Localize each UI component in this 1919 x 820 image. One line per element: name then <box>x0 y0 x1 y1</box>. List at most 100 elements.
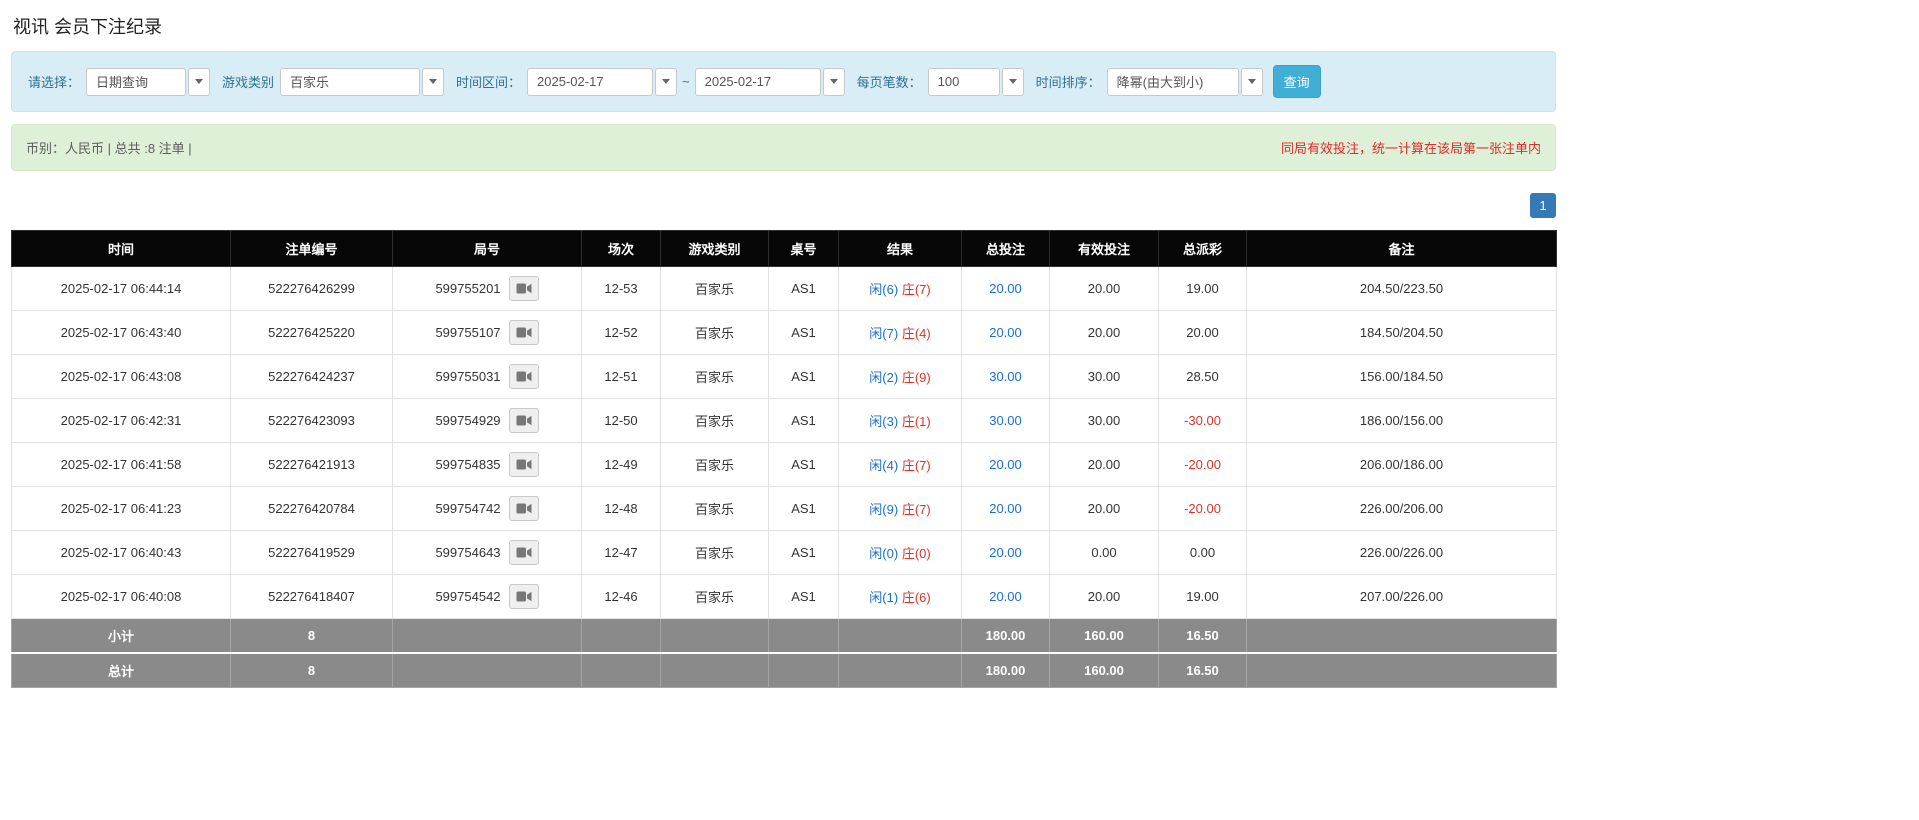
cell-table-no: AS1 <box>768 266 839 311</box>
page-title: 视讯 会员下注纪录 <box>13 17 163 37</box>
footer-empty <box>768 618 839 654</box>
footer-payout: 16.50 <box>1158 652 1247 688</box>
cell-table-no: AS1 <box>768 530 839 575</box>
video-replay-button[interactable] <box>508 584 539 609</box>
cell-game-type: 百家乐 <box>660 354 769 399</box>
bet-records-table: 时间 注单编号 局号 场次 游戏类别 桌号 结果 总投注 有效投注 总派彩 备注 2025-02-1… <box>11 230 1557 688</box>
chevron-down-icon[interactable] <box>822 67 845 96</box>
cell-session: 12-53 <box>581 266 661 311</box>
table-row: 2025-02-17 06:41:58 522276421913 599754835… <box>11 442 1557 487</box>
payout-value: -30.00 <box>1184 413 1221 428</box>
cell-total-bet: 20.00 <box>961 442 1050 487</box>
footer-empty <box>838 652 962 688</box>
footer-label: 总计 <box>11 652 231 688</box>
result-player: 闲(6) <box>869 282 899 297</box>
cell-bet-id: 522276426299 <box>230 266 393 311</box>
date-from-dropdown[interactable]: 2025-02-17 <box>527 67 678 96</box>
payout-value: 20.00 <box>1186 325 1219 340</box>
video-replay-button[interactable] <box>508 540 539 565</box>
cell-game-type: 百家乐 <box>660 442 769 487</box>
column-header: 局号 <box>392 230 582 267</box>
pagination-page-1[interactable]: 1 <box>1530 193 1556 218</box>
cell-round-id: 599754835 <box>392 442 582 487</box>
cell-table-no: AS1 <box>768 398 839 443</box>
video-replay-button[interactable] <box>508 364 539 389</box>
sort-order-dropdown[interactable]: 降幂(由大到小) <box>1106 67 1263 96</box>
video-replay-button[interactable] <box>508 452 539 477</box>
total-bet-link[interactable]: 20.00 <box>989 457 1022 472</box>
cell-bet-id: 522276421913 <box>230 442 393 487</box>
total-bet-link[interactable]: 20.00 <box>989 545 1022 560</box>
chevron-down-icon[interactable] <box>422 67 445 96</box>
total-bet-link[interactable]: 20.00 <box>989 325 1022 340</box>
footer-empty <box>392 618 582 654</box>
table-row: 2025-02-17 06:44:14 522276426299 599755201… <box>11 266 1557 311</box>
sort-order-value: 降幂(由大到小) <box>1106 67 1239 96</box>
search-button[interactable]: 查询 <box>1272 65 1321 98</box>
cell-valid-bet: 0.00 <box>1049 530 1159 575</box>
cell-valid-bet: 20.00 <box>1049 266 1159 311</box>
video-replay-button[interactable] <box>508 408 539 433</box>
table-row: 2025-02-17 06:43:40 522276425220 599755107… <box>11 310 1557 355</box>
date-to-dropdown[interactable]: 2025-02-17 <box>694 67 845 96</box>
query-type-dropdown[interactable]: 日期查询 <box>86 67 211 96</box>
cell-result: 闲(4) 庄(7) <box>838 442 962 487</box>
cell-bet-id: 522276418407 <box>230 574 393 619</box>
query-type-value: 日期查询 <box>86 67 187 96</box>
video-replay-button[interactable] <box>508 276 539 301</box>
cell-remark: 207.00/226.00 <box>1246 574 1557 619</box>
summary-bar: 币别：人民币 | 总共 :8 注单 | 同局有效投注，统一计算在该局第一张注单内 <box>11 124 1556 171</box>
cell-round-id: 599754542 <box>392 574 582 619</box>
table-row: 2025-02-17 06:41:23 522276420784 599754742… <box>11 486 1557 531</box>
result-banker: 庄(6) <box>901 590 931 605</box>
chevron-down-icon[interactable] <box>1001 67 1024 96</box>
cell-bet-id: 522276425220 <box>230 310 393 355</box>
column-header: 桌号 <box>768 230 839 267</box>
cell-game-type: 百家乐 <box>660 310 769 355</box>
result-player: 闲(7) <box>869 326 899 341</box>
payout-value: 28.50 <box>1186 369 1219 384</box>
total-bet-link[interactable]: 20.00 <box>989 589 1022 604</box>
cell-time: 2025-02-17 06:40:08 <box>11 574 231 619</box>
range-separator: ~ <box>682 74 690 89</box>
chevron-down-icon[interactable] <box>655 67 678 96</box>
chevron-down-icon[interactable] <box>188 67 211 96</box>
cell-game-type: 百家乐 <box>660 486 769 531</box>
chevron-down-icon[interactable] <box>1240 67 1263 96</box>
game-type-value: 百家乐 <box>280 67 421 96</box>
footer-empty <box>660 652 769 688</box>
cell-bet-id: 522276419529 <box>230 530 393 575</box>
video-camera-icon <box>516 590 532 603</box>
payout-value: 19.00 <box>1186 281 1219 296</box>
table-row: 2025-02-17 06:40:08 522276418407 599754542… <box>11 574 1557 619</box>
game-type-dropdown[interactable]: 百家乐 <box>280 67 445 96</box>
column-header: 有效投注 <box>1049 230 1159 267</box>
page-size-dropdown[interactable]: 100 <box>927 67 1024 96</box>
footer-label: 小计 <box>11 618 231 654</box>
result-banker: 庄(4) <box>901 326 931 341</box>
total-bet-link[interactable]: 20.00 <box>989 501 1022 516</box>
cell-session: 12-52 <box>581 310 661 355</box>
page-size-value: 100 <box>927 67 1000 96</box>
cell-remark: 156.00/184.50 <box>1246 354 1557 399</box>
video-camera-icon <box>516 546 532 559</box>
round-id-text: 599755031 <box>435 369 501 384</box>
total-bet-link[interactable]: 30.00 <box>989 369 1022 384</box>
cell-result: 闲(3) 庄(1) <box>838 398 962 443</box>
round-id-text: 599755201 <box>435 281 501 296</box>
cell-session: 12-46 <box>581 574 661 619</box>
footer-valid-bet: 160.00 <box>1049 652 1159 688</box>
date-to-value: 2025-02-17 <box>694 67 821 96</box>
result-player: 闲(4) <box>869 458 899 473</box>
video-replay-button[interactable] <box>508 320 539 345</box>
video-replay-button[interactable] <box>508 496 539 521</box>
footer-empty <box>581 652 661 688</box>
cell-total-bet: 30.00 <box>961 354 1050 399</box>
cell-session: 12-47 <box>581 530 661 575</box>
cell-round-id: 599755107 <box>392 310 582 355</box>
sort-order-label: 时间排序： <box>1035 75 1101 90</box>
cell-remark: 186.00/156.00 <box>1246 398 1557 443</box>
total-bet-link[interactable]: 20.00 <box>989 281 1022 296</box>
total-bet-link[interactable]: 30.00 <box>989 413 1022 428</box>
table-total-row: 总计 8 180.00 160.00 16.50 <box>11 652 1557 688</box>
